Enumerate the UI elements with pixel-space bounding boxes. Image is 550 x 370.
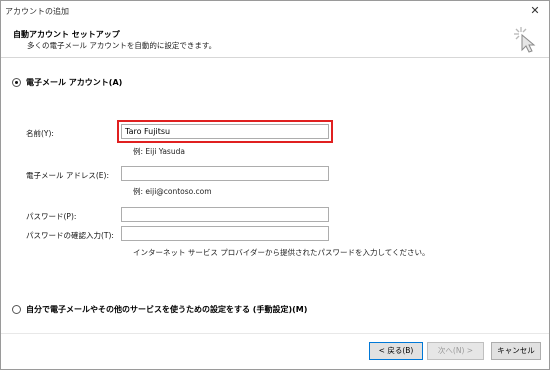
next-button[interactable]: 次へ(N) > xyxy=(427,342,484,360)
email-label: 電子メール アドレス(E): xyxy=(26,171,110,180)
wizard-header: 自動アカウント セットアップ 多くの電子メール アカウントを自動的に設定できます… xyxy=(1,21,549,58)
highlight-box xyxy=(117,120,333,143)
name-hint: 例: Eiji Yasuda xyxy=(133,147,185,156)
back-button[interactable]: < 戻る(B) xyxy=(369,342,423,360)
manual-setup-radio[interactable] xyxy=(12,305,21,314)
cancel-button[interactable]: キャンセル xyxy=(491,342,541,360)
password-label: パスワード(P): xyxy=(26,212,77,221)
manual-setup-radio-label[interactable]: 自分で電子メールやその他のサービスを使うための設定をする (手動設定)(M) xyxy=(26,304,307,315)
title-bar: アカウントの追加 ✕ xyxy=(1,1,549,20)
close-icon[interactable]: ✕ xyxy=(527,3,543,19)
email-hint: 例: eiji@contoso.com xyxy=(133,187,212,196)
wizard-cursor-icon xyxy=(514,27,536,53)
header-title: 自動アカウント セットアップ xyxy=(13,30,120,39)
window-title: アカウントの追加 xyxy=(5,7,69,16)
password-input[interactable] xyxy=(121,207,329,222)
email-account-radio[interactable] xyxy=(12,78,21,87)
email-input[interactable] xyxy=(121,166,329,181)
password-hint: インターネット サービス プロバイダーから提供されたパスワードを入力してください… xyxy=(133,248,430,257)
footer-divider xyxy=(1,333,549,334)
password-confirm-input[interactable] xyxy=(121,226,329,241)
header-subtitle: 多くの電子メール アカウントを自動的に設定できます。 xyxy=(27,41,217,50)
name-label: 名前(Y): xyxy=(26,129,54,138)
password-confirm-label: パスワードの確認入力(T): xyxy=(26,231,114,240)
email-account-radio-label[interactable]: 電子メール アカウント(A) xyxy=(26,77,122,88)
